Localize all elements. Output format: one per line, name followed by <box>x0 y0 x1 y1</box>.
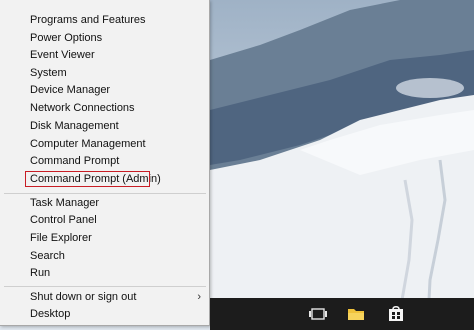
file-explorer-icon[interactable] <box>346 304 366 324</box>
menu-item-run[interactable]: Run <box>0 265 209 282</box>
menu-item-device-manager[interactable]: Device Manager <box>0 82 209 99</box>
menu-item-file-explorer[interactable]: File Explorer <box>0 230 209 247</box>
taskbar <box>210 298 474 330</box>
menu-item-command-prompt[interactable]: Command Prompt <box>0 153 209 170</box>
menu-item-programs-and-features[interactable]: Programs and Features <box>0 12 209 29</box>
menu-item-control-panel[interactable]: Control Panel <box>0 212 209 229</box>
chevron-right-icon: › <box>197 291 201 303</box>
menu-item-computer-management[interactable]: Computer Management <box>0 136 209 153</box>
menu-separator <box>4 193 206 194</box>
menu-item-power-options[interactable]: Power Options <box>0 30 209 47</box>
store-icon[interactable] <box>386 304 406 324</box>
menu-item-task-manager[interactable]: Task Manager <box>0 195 209 212</box>
menu-item-disk-management[interactable]: Disk Management <box>0 118 209 135</box>
task-view-icon[interactable] <box>308 304 328 324</box>
winx-context-menu: Programs and Features Power Options Even… <box>0 0 210 326</box>
menu-item-desktop[interactable]: Desktop <box>0 306 209 323</box>
menu-item-search[interactable]: Search <box>0 248 209 265</box>
menu-item-network-connections[interactable]: Network Connections <box>0 100 209 117</box>
menu-separator <box>4 286 206 287</box>
menu-item-command-prompt-admin[interactable]: Command Prompt (Admin) <box>0 171 209 188</box>
menu-item-event-viewer[interactable]: Event Viewer <box>0 47 209 64</box>
menu-item-system[interactable]: System <box>0 65 209 82</box>
menu-item-shut-down-or-sign-out[interactable]: Shut down or sign out › <box>0 289 209 306</box>
